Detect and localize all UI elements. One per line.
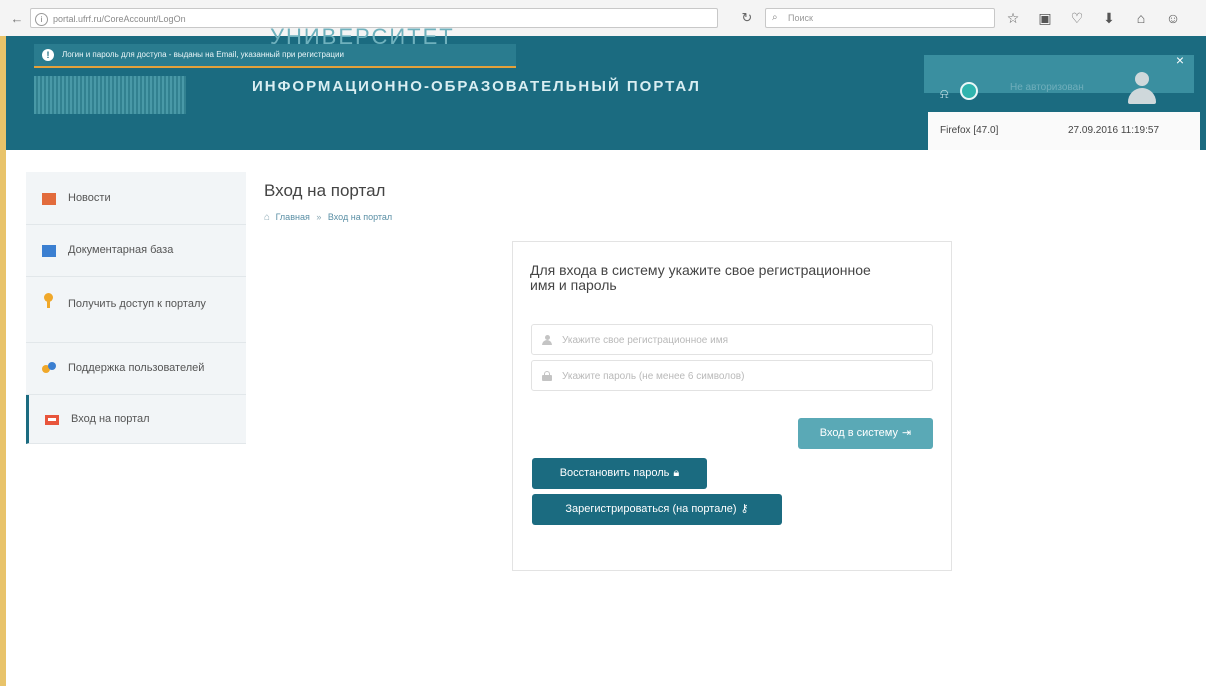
restore-button-label: Восстановить пароль — [559, 467, 670, 479]
sign-in-icon: ⇥ — [901, 427, 912, 439]
key-icon: ⚷ — [740, 503, 749, 515]
download-icon[interactable]: ⬇ — [1100, 8, 1118, 28]
lock-icon: 🔒︎ — [673, 467, 680, 479]
reading-list-icon[interactable]: ▣ — [1036, 8, 1054, 28]
sidebar-item-login[interactable]: Вход на портал — [26, 395, 246, 444]
university-logo[interactable] — [34, 76, 186, 114]
reload-icon[interactable]: ↻ — [737, 8, 757, 28]
register-button-label: Зарегистрироваться (на портале) — [565, 503, 737, 515]
home-icon: ⌂ — [264, 212, 271, 223]
document-icon — [42, 245, 56, 257]
lock-icon — [542, 371, 552, 381]
users-icon — [42, 362, 56, 374]
breadcrumb: ⌂ Главная » Вход на портал — [264, 212, 392, 223]
sidebar-item-label: Вход на портал — [71, 413, 150, 425]
sidebar-item-access[interactable]: Получить доступ к порталу — [26, 277, 246, 343]
auth-status: Не авторизован — [1010, 82, 1084, 93]
close-icon[interactable]: × — [1170, 50, 1190, 70]
sidebar-item-documents[interactable]: Документарная база — [26, 225, 246, 277]
sidebar-nav: Новости Документарная база Получить дост… — [26, 172, 246, 444]
sidebar-item-label: Новости — [68, 192, 111, 204]
site-info-icon[interactable]: i — [35, 13, 48, 26]
status-indicator — [960, 82, 978, 100]
menu-icon[interactable]: ☺ — [1164, 8, 1182, 28]
server-datetime: 27.09.2016 11:19:57 — [1068, 125, 1160, 136]
sidebar-item-label: Документарная база — [68, 244, 174, 256]
login-button[interactable]: Вход в систему ⇥ — [798, 418, 933, 449]
register-button[interactable]: Зарегистрироваться (на портале) ⚷ — [532, 494, 782, 525]
url-text[interactable]: portal.ufrf.ru/CoreAccount/LogOn — [53, 9, 186, 29]
login-instructions: Для входа в систему укажите свое регистр… — [530, 262, 871, 293]
breadcrumb-home[interactable]: Главная — [276, 212, 310, 222]
portal-title: ИНФОРМАЦИОННО-ОБРАЗОВАТЕЛЬНЫЙ ПОРТАЛ — [252, 78, 701, 95]
sidebar-item-news[interactable]: Новости — [26, 172, 246, 225]
username-input[interactable] — [560, 325, 924, 356]
breadcrumb-current[interactable]: Вход на портал — [328, 212, 392, 222]
notice-text: Логин и пароль для доступа - выданы на E… — [62, 50, 344, 59]
browser-search-input[interactable]: ⌕ Поиск — [765, 8, 995, 28]
browser-toolbar: ← i portal.ufrf.ru/CoreAccount/LogOn ↻ ⌕… — [0, 0, 1206, 37]
sidebar-item-label: Поддержка пользователей — [68, 362, 205, 374]
back-arrow-icon[interactable]: ← — [7, 9, 27, 29]
avatar-body — [1128, 88, 1156, 104]
restore-password-button[interactable]: Восстановить пароль 🔒︎ — [532, 458, 707, 489]
login-icon — [45, 413, 59, 425]
breadcrumb-separator: » — [316, 212, 322, 222]
sidebar-item-support[interactable]: Поддержка пользователей — [26, 343, 246, 395]
search-icon: ⌕ — [772, 12, 778, 23]
bookmark-star-icon[interactable]: ☆ — [1004, 8, 1022, 28]
page-title: Вход на портал — [264, 181, 386, 200]
password-field[interactable] — [531, 360, 933, 392]
notice-banner: ! Логин и пароль для доступа - выданы на… — [34, 44, 516, 68]
browser-toolbar-icons: ☆ ▣ ♡ ⬇ ⌂ ☺ — [1004, 8, 1182, 28]
login-button-label: Вход в систему — [819, 427, 898, 439]
user-icon — [542, 335, 552, 345]
sidebar-item-label: Получить доступ к порталу — [68, 298, 206, 310]
avatar-head — [1135, 72, 1149, 86]
pocket-icon[interactable]: ♡ — [1068, 8, 1086, 28]
username-field[interactable] — [531, 324, 933, 356]
info-icon: ! — [42, 49, 54, 61]
avatar[interactable] — [1124, 70, 1160, 106]
search-placeholder: Поиск — [788, 13, 813, 23]
bell-icon[interactable]: ⍾ — [940, 86, 949, 102]
home-icon[interactable]: ⌂ — [1132, 8, 1150, 28]
browser-version: Firefox [47.0] — [940, 125, 999, 136]
news-icon — [42, 193, 56, 205]
password-input[interactable] — [560, 361, 924, 392]
